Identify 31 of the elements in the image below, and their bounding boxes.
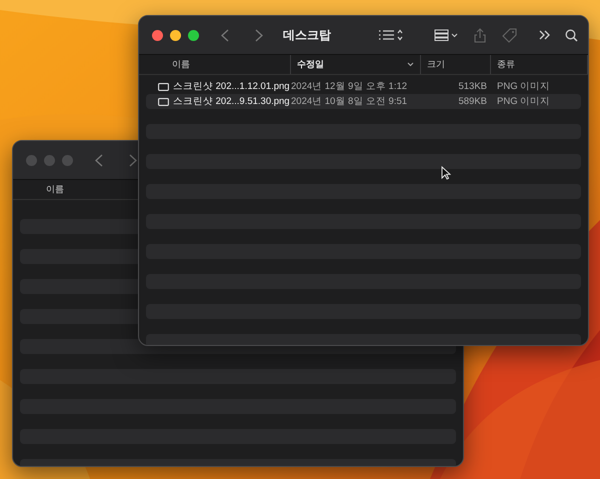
window-title: 데스크탑 (283, 26, 331, 44)
file-size: 513KB (457, 81, 488, 92)
column-header[interactable]: 이름 (139, 55, 291, 74)
zoom-button[interactable] (188, 30, 199, 40)
list-view-icon[interactable] (378, 29, 404, 41)
date-modified: 2024년 12월 9일 오후 1:12 (291, 80, 408, 93)
minimize-button[interactable] (170, 30, 181, 40)
tag-icon[interactable] (502, 28, 517, 42)
file-kind: PNG 이미지 (496, 95, 550, 108)
column-header[interactable]: 수정일 (291, 55, 421, 74)
column-header[interactable]: 크기 (421, 55, 491, 74)
file-name[interactable]: 스크린샷 202...1.12.01.png (173, 80, 290, 93)
more-icon[interactable] (539, 30, 551, 40)
column-header[interactable]: 종류 (491, 55, 588, 74)
file-kind: PNG 이미지 (496, 80, 550, 93)
file-name[interactable]: 스크린샷 202...9.51.30.png (173, 95, 290, 108)
forward-icon[interactable] (255, 28, 263, 42)
back-icon[interactable] (221, 28, 229, 42)
close-button[interactable] (152, 30, 163, 40)
mouse-pointer-icon (441, 166, 451, 180)
image-file-icon (158, 82, 169, 90)
file-size: 589KB (457, 96, 488, 107)
search-icon[interactable] (565, 28, 578, 42)
date-modified: 2024년 10월 8일 오전 9:51 (291, 95, 408, 108)
back-icon[interactable] (95, 154, 103, 166)
forward-icon[interactable] (129, 154, 137, 166)
share-icon[interactable] (474, 28, 486, 42)
grid-view-icon[interactable] (434, 29, 460, 41)
column-header[interactable]: 이름 (46, 183, 64, 196)
chevron-icon (407, 62, 414, 67)
image-file-icon (158, 98, 169, 106)
